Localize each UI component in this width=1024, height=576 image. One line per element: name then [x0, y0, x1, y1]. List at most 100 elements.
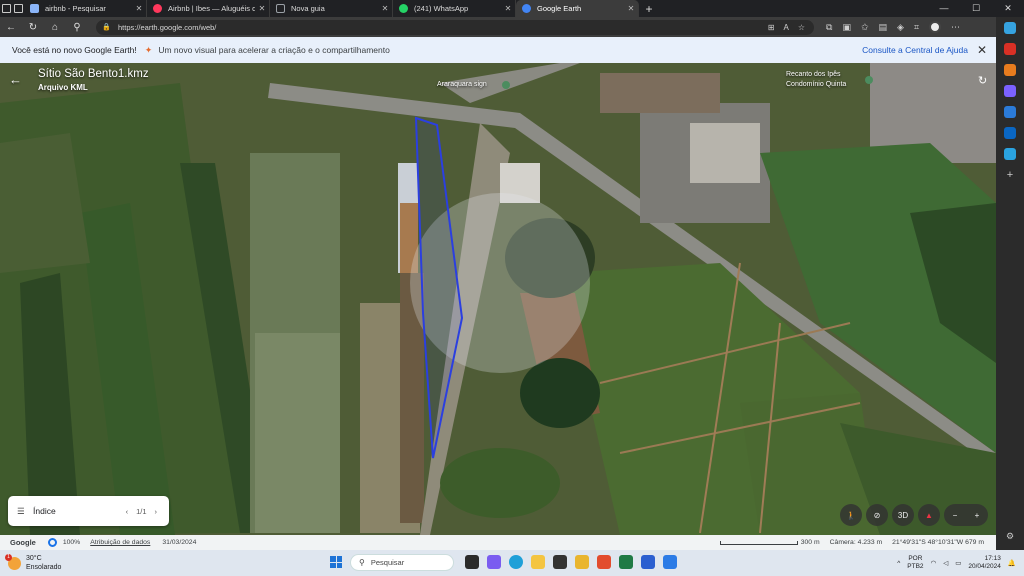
url-text: https://earth.google.com/web/ — [118, 22, 217, 32]
tab-strip: airbnb - Pesquisar ✕ Airbnb | Ibes — Alu… — [0, 0, 1024, 17]
tab-new-tab[interactable]: Nova guia ✕ — [270, 0, 393, 17]
scale-label: 300 m — [800, 539, 820, 546]
kml-subtitle: Arquivo KML — [38, 83, 88, 92]
hide-3d-icon[interactable]: ⊘ — [866, 504, 888, 526]
tab-title: airbnb - Pesquisar — [45, 4, 106, 13]
page-icon — [276, 4, 285, 13]
data-attribution-link[interactable]: Atribuição de dados — [90, 539, 150, 546]
excel-icon[interactable] — [619, 555, 633, 569]
taskbar-search[interactable]: ⚲ Pesquisar — [350, 554, 454, 571]
outlook-icon[interactable] — [1004, 127, 1016, 139]
earth-map[interactable]: Araraquara sign Recanto dos Ipês Condomí… — [0, 63, 996, 535]
refresh-icon[interactable]: ↻ — [22, 22, 44, 33]
edge-icon[interactable] — [509, 555, 523, 569]
file-explorer-icon[interactable] — [531, 555, 545, 569]
keyboard-layout: PTB2 — [907, 563, 924, 570]
toggle-3d-button[interactable]: 3D — [892, 504, 914, 526]
copilot-app-icon[interactable] — [465, 555, 479, 569]
maximize-icon[interactable]: ☐ — [960, 0, 992, 17]
close-tab-icon[interactable]: ✕ — [501, 4, 515, 13]
imagery-date: 31/03/2024 — [162, 539, 197, 546]
weather-condition: Ensolarado — [26, 564, 62, 571]
shopping-icon[interactable] — [1004, 64, 1016, 76]
rotate-icon[interactable]: ↻ — [978, 74, 987, 87]
place-label-recanto-2[interactable]: Condomínio Quinta — [786, 81, 846, 88]
copilot-sidebar-icon[interactable] — [1004, 22, 1016, 34]
google-logo: Google — [10, 538, 36, 547]
tab-title: Nova guia — [291, 4, 325, 13]
copilot-icon[interactable]: ◈ — [897, 22, 904, 33]
satellite-imagery[interactable] — [0, 63, 996, 535]
screen: airbnb - Pesquisar ✕ Airbnb | Ibes — Alu… — [0, 0, 1024, 576]
close-tab-icon[interactable]: ✕ — [255, 4, 269, 13]
start-button[interactable] — [330, 556, 342, 568]
close-tab-icon[interactable]: ✕ — [624, 4, 638, 13]
cursor-coordinates: 21°49'31"S 48°10'31"W 679 m — [892, 539, 984, 546]
scale-bar[interactable]: 300 m — [719, 539, 820, 546]
tab-whatsapp[interactable]: (241) WhatsApp ✕ — [393, 0, 516, 17]
tab-airbnb-search[interactable]: airbnb - Pesquisar ✕ — [24, 0, 147, 17]
microsoft365-icon[interactable] — [1004, 106, 1016, 118]
tab-google-earth[interactable]: Google Earth ✕ — [516, 0, 639, 17]
minimize-icon[interactable]: — — [928, 0, 960, 17]
help-center-link[interactable]: Consulte a Central de Ajuda — [862, 45, 968, 55]
back-icon[interactable]: ← — [0, 22, 22, 33]
word-icon[interactable] — [641, 555, 655, 569]
teams-icon[interactable] — [487, 555, 501, 569]
close-tab-icon[interactable]: ✕ — [378, 4, 392, 13]
games-icon[interactable] — [1004, 85, 1016, 97]
add-icon[interactable]: + — [1007, 169, 1013, 181]
windows-taskbar: 1 30°C Ensolarado ⚲ Pesquisar ^ POR PTB2… — [0, 550, 1024, 576]
dell-icon[interactable] — [553, 555, 567, 569]
show-hidden-icon[interactable]: ^ — [897, 560, 900, 567]
window-controls: — ☐ ✕ — [928, 0, 1024, 17]
more-icon[interactable]: ⋯ — [951, 22, 960, 33]
folder-icon[interactable] — [575, 555, 589, 569]
close-tab-icon[interactable]: ✕ — [132, 4, 146, 13]
weather-widget[interactable]: 1 30°C Ensolarado — [5, 553, 62, 572]
drop-icon[interactable] — [1004, 148, 1016, 160]
home-icon[interactable]: ⌂ — [44, 22, 66, 33]
apps-icon[interactable]: ⊞ — [768, 23, 775, 32]
pegman-icon[interactable]: 🚶 — [840, 504, 862, 526]
lock-icon[interactable]: 🔒 — [102, 23, 112, 31]
wifi-icon[interactable]: ◠ — [931, 559, 937, 567]
office-icon[interactable] — [597, 555, 611, 569]
tools-icon[interactable] — [1004, 43, 1016, 55]
workspaces-icon[interactable] — [0, 0, 24, 17]
language-indicator[interactable]: POR PTB2 — [907, 555, 923, 571]
favorite-icon[interactable]: ☆ — [798, 23, 805, 32]
split-screen-icon[interactable]: ▣ — [842, 22, 851, 33]
address-bar: ← ↻ ⌂ ⚲ 🔒 https://earth.google.com/web/ … — [0, 17, 1024, 37]
zoom-out-button[interactable]: − — [953, 511, 958, 520]
read-aloud-icon[interactable]: A — [783, 23, 788, 32]
battery-icon[interactable]: ▭ — [955, 559, 961, 567]
compass-icon[interactable]: ▲ — [918, 504, 940, 526]
back-arrow-icon[interactable]: ← — [9, 72, 22, 87]
toolbar-icons: ⧉ ▣ ✩ ▤ ◈ ⌗ ⋯ — [826, 21, 960, 33]
volume-icon[interactable]: ◁ — [943, 559, 948, 567]
profile-avatar[interactable] — [929, 21, 942, 33]
prev-page-icon[interactable]: ‹ — [126, 507, 129, 516]
place-label-araraquara[interactable]: Araraquara sign — [437, 81, 487, 88]
photos-icon[interactable] — [663, 555, 677, 569]
extensions-icon[interactable]: ⧉ — [826, 22, 832, 33]
collections-icon[interactable]: ▤ — [879, 22, 888, 33]
screenshot-icon[interactable]: ⌗ — [914, 22, 919, 33]
close-window-icon[interactable]: ✕ — [992, 0, 1024, 17]
search-icon[interactable]: ⚲ — [66, 22, 88, 33]
time: 17:13 — [984, 555, 1001, 562]
index-panel[interactable]: ☰ Índice ‹ 1/1 › — [8, 496, 169, 526]
close-banner-icon[interactable]: ✕ — [968, 43, 996, 57]
url-field[interactable]: 🔒 https://earth.google.com/web/ ⊞ A ☆ — [96, 19, 814, 35]
notifications-icon[interactable]: 🔔 — [1008, 559, 1016, 567]
clock[interactable]: 17:13 20/04/2024 — [968, 555, 1001, 571]
tab-airbnb-ibes[interactable]: Airbnb | Ibes — Aluguéis de féri ✕ — [147, 0, 270, 17]
sidebar-settings-icon[interactable]: ⚙ — [1006, 531, 1014, 542]
next-page-icon[interactable]: › — [155, 507, 158, 516]
zoom-in-button[interactable]: + — [975, 511, 980, 520]
favorites-icon[interactable]: ✩ — [861, 22, 869, 33]
place-label-recanto-1[interactable]: Recanto dos Ipês — [786, 71, 840, 78]
new-tab-button[interactable]: + — [639, 2, 659, 16]
kml-title: Sítio São Bento1.kmz — [38, 68, 149, 80]
